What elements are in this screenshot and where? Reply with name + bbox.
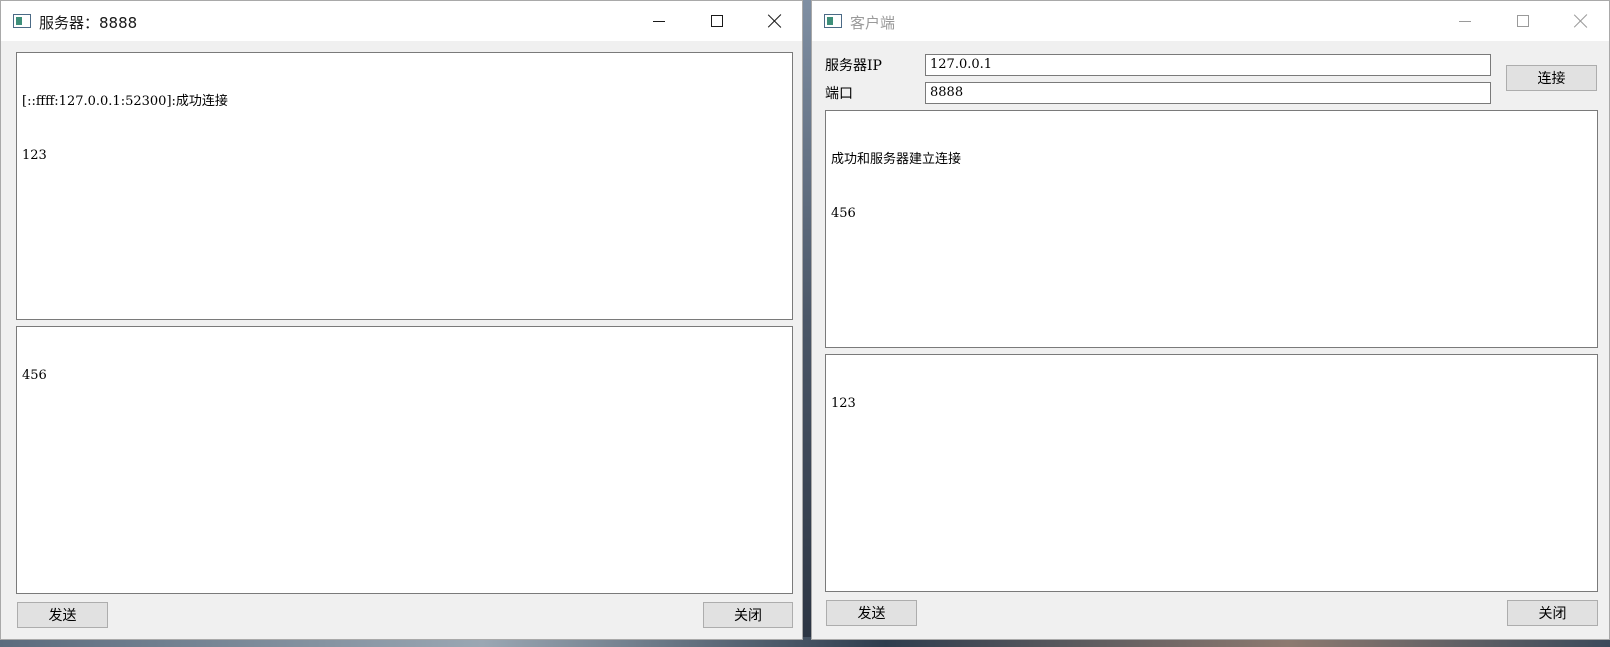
close-button[interactable] xyxy=(746,1,804,41)
server-titlebar[interactable]: 服务器：8888 xyxy=(1,1,802,41)
message-text: 123 xyxy=(831,396,856,411)
close-icon xyxy=(768,14,782,28)
client-window: 客户端 服务器IP 127.0.0.1 端口 8888 连接 成功和服务器建立连… xyxy=(811,0,1610,640)
close-icon xyxy=(1574,14,1588,28)
close-button[interactable] xyxy=(1552,1,1610,41)
message-text: 456 xyxy=(22,368,47,383)
desktop-gap xyxy=(803,0,811,647)
server-window: 服务器：8888 [::ffff:127.0.0.1:52300]:成功连接 1… xyxy=(0,0,803,640)
client-log-textbox[interactable]: 成功和服务器建立连接 456 xyxy=(825,110,1598,348)
app-window-icon xyxy=(13,14,31,28)
port-input[interactable]: 8888 xyxy=(925,82,1491,104)
minimize-button[interactable] xyxy=(630,1,688,41)
log-line: [::ffff:127.0.0.1:52300]:成功连接 xyxy=(22,94,228,109)
client-window-title: 客户端 xyxy=(850,14,896,32)
minimize-icon xyxy=(653,20,665,22)
port-label: 端口 xyxy=(825,86,853,102)
server-window-title: 服务器：8888 xyxy=(39,14,138,32)
server-ip-label: 服务器IP xyxy=(825,58,882,74)
app-window-icon xyxy=(824,14,842,28)
server-message-input[interactable]: 456 xyxy=(16,326,793,594)
client-close-button[interactable]: 关闭 xyxy=(1507,600,1598,626)
server-log-textbox[interactable]: [::ffff:127.0.0.1:52300]:成功连接 123 xyxy=(16,52,793,320)
log-line: 123 xyxy=(22,148,47,163)
log-line: 成功和服务器建立连接 xyxy=(831,152,962,167)
client-titlebar[interactable]: 客户端 xyxy=(812,1,1609,41)
log-line: 456 xyxy=(831,206,856,221)
maximize-button[interactable] xyxy=(688,1,746,41)
client-message-input[interactable]: 123 xyxy=(825,354,1598,592)
server-close-button[interactable]: 关闭 xyxy=(703,602,793,628)
maximize-button[interactable] xyxy=(1494,1,1552,41)
maximize-icon xyxy=(1517,15,1529,27)
server-send-button[interactable]: 发送 xyxy=(17,602,108,628)
minimize-icon xyxy=(1459,20,1471,22)
server-ip-input[interactable]: 127.0.0.1 xyxy=(925,54,1491,76)
maximize-icon xyxy=(711,15,723,27)
minimize-button[interactable] xyxy=(1436,1,1494,41)
connect-button[interactable]: 连接 xyxy=(1506,65,1597,91)
client-send-button[interactable]: 发送 xyxy=(826,600,917,626)
